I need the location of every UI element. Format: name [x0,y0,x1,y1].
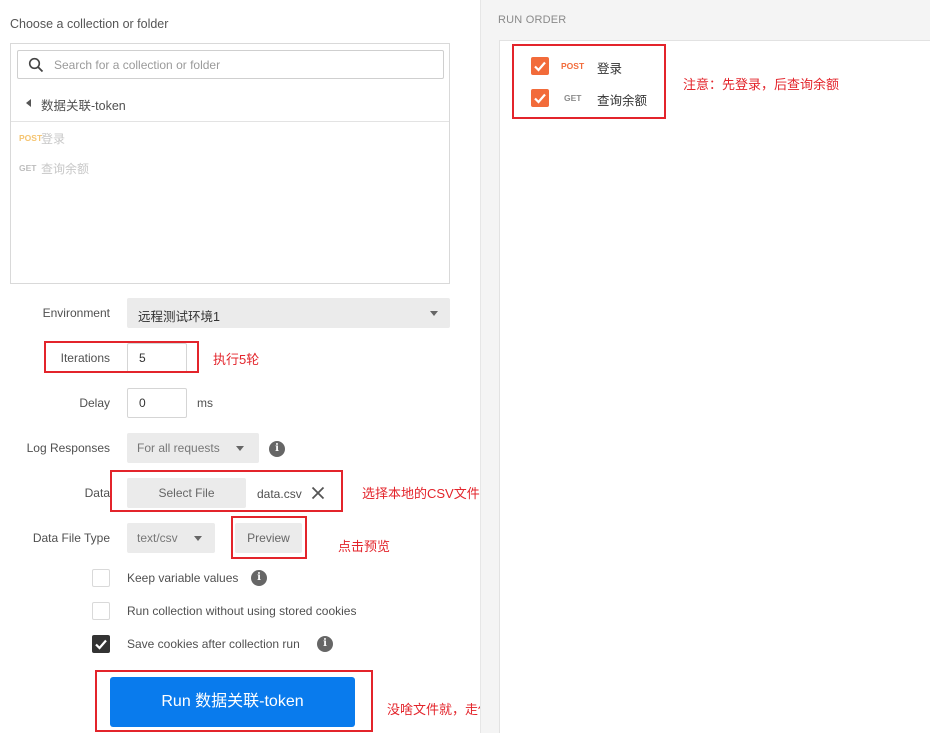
log-responses-select[interactable]: For all requests [127,433,259,463]
save-cookies-checkbox[interactable] [92,635,110,653]
run-order-panel: RUN ORDER POST 登录 GET 查询余额 注意：先登录，后查询余额 [481,0,930,733]
file-note: 选择本地的CSV文件 [362,486,480,501]
preview-note: 点击预览 [338,539,391,554]
chevron-down-icon [236,446,244,451]
no-stored-cookies-label: Run collection without using stored cook… [127,604,357,618]
order-note: 注意：先登录，后查询余额 [683,77,840,92]
delay-unit: ms [197,396,213,410]
iterations-highlight [44,341,199,373]
data-file-type-value: text/csv [137,531,178,545]
run-order-title: RUN ORDER [498,14,567,26]
data-file-type-select[interactable]: text/csv [127,523,215,553]
data-file-type-label: Data File Type [32,531,110,545]
info-icon[interactable]: i [317,636,333,652]
request-name: 登录 [41,131,66,146]
method-badge: GET [19,163,37,173]
no-stored-cookies-checkbox[interactable] [92,602,110,620]
delay-label: Delay [79,396,110,410]
search-input[interactable] [54,56,434,74]
data-label: Data [84,486,110,500]
method-badge: POST [19,133,43,143]
environment-label: Environment [42,306,110,320]
run-order-highlight [512,44,666,119]
log-responses-value: For all requests [137,441,220,455]
save-cookies-label: Save cookies after collection run [127,637,300,651]
breadcrumb[interactable]: 数据关联-token [11,84,449,122]
delay-input[interactable] [127,388,187,418]
collection-section-title: Choose a collection or folder [10,17,169,31]
environment-value: 远程测试环境1 [138,310,220,324]
keep-variable-values-checkbox[interactable] [92,569,110,587]
runner-config-panel: Choose a collection or folder 数据关联-token… [0,0,509,733]
keep-variable-values-label: Keep variable values [127,571,239,585]
file-highlight [110,470,343,512]
chevron-down-icon [430,311,438,316]
request-name: 查询余额 [41,161,90,176]
info-icon[interactable]: i [269,441,285,457]
iterations-note: 执行5轮 [213,352,260,367]
search-icon [28,57,44,73]
checkmark-icon [95,639,107,650]
run-order-list: POST 登录 GET 查询余额 [499,40,930,733]
preview-highlight [231,516,307,559]
breadcrumb-label: 数据关联-token [41,99,126,113]
chevron-down-icon [194,536,202,541]
run-highlight [95,670,373,732]
environment-select[interactable]: 远程测试环境1 [127,298,450,328]
list-item[interactable]: GET 查询余额 [19,160,89,176]
list-item[interactable]: POST 登录 [19,130,65,146]
info-icon[interactable]: i [251,570,267,586]
log-responses-label: Log Responses [26,441,110,455]
caret-left-icon[interactable] [26,99,31,107]
collection-browser: 数据关联-token POST 登录 GET 查询余额 [10,43,450,284]
search-box[interactable] [17,50,444,79]
